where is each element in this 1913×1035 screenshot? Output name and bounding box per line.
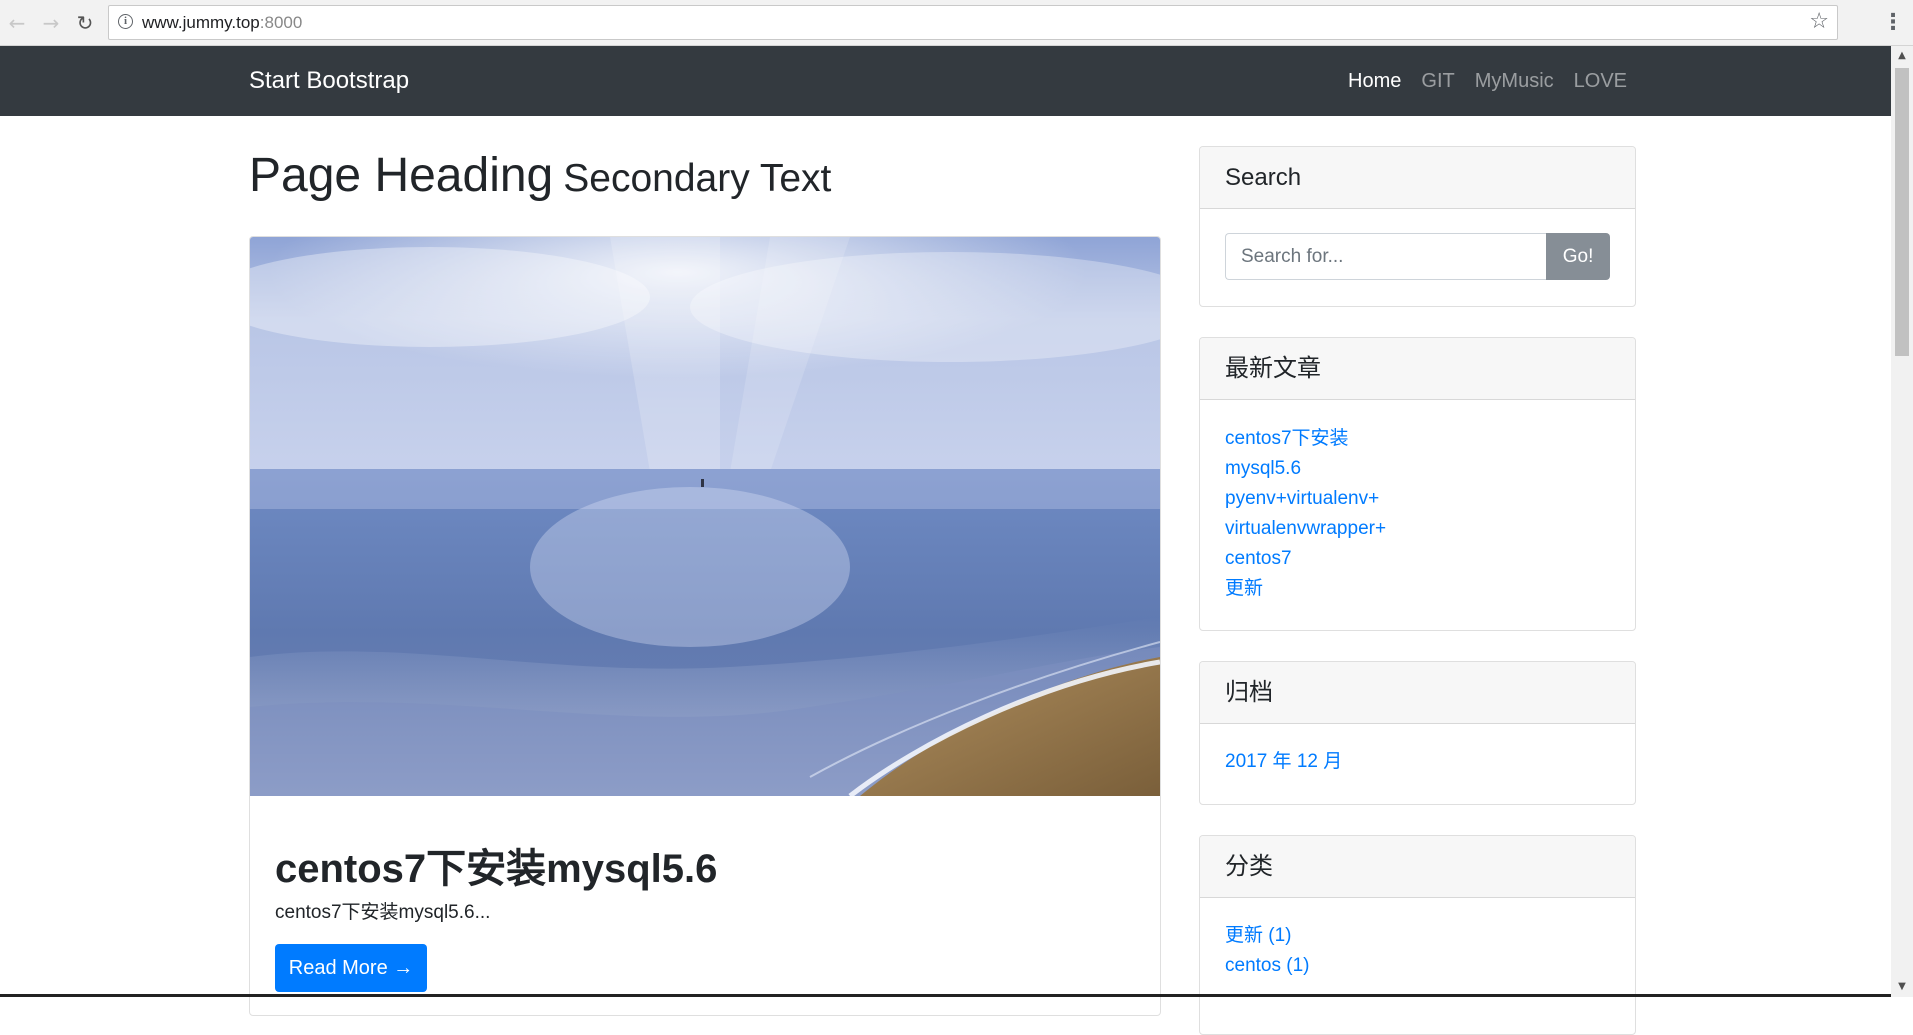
browser-toolbar: ← → ↻ i www.jummy.top:8000 ☆ ⋮ — [0, 0, 1913, 46]
archive-link[interactable]: 2017 年 12 月 — [1225, 747, 1610, 777]
nav-link-love[interactable]: LOVE — [1574, 70, 1627, 93]
categories-widget: 分类 更新 (1) centos (1) — [1199, 835, 1636, 1035]
page-heading-secondary: Secondary Text — [563, 157, 832, 200]
page-heading: Page Heading Secondary Text — [249, 148, 831, 203]
url-text[interactable]: www.jummy.top:8000 — [142, 6, 302, 39]
nav-link-git[interactable]: GIT — [1421, 70, 1454, 93]
scroll-down-arrow-icon[interactable]: ▼ — [1891, 977, 1913, 997]
recent-post-link[interactable]: pyenv+virtualenv+ — [1225, 484, 1610, 514]
address-bar[interactable]: i www.jummy.top:8000 ☆ — [108, 5, 1838, 40]
browser-menu-icon[interactable]: ⋮ — [1882, 10, 1904, 36]
categories-title: 分类 — [1200, 836, 1635, 898]
page-scrollbar[interactable]: ▲ ▼ — [1891, 46, 1913, 997]
read-more-button[interactable]: Read More → — [275, 944, 427, 992]
recent-posts-title: 最新文章 — [1200, 338, 1635, 400]
navbar-brand[interactable]: Start Bootstrap — [249, 46, 409, 116]
recent-post-link[interactable]: mysql5.6 — [1225, 454, 1610, 484]
site-navbar: Start Bootstrap Home GIT MyMusic LOVE — [0, 46, 1891, 116]
search-widget-title: Search — [1200, 147, 1635, 209]
recent-post-link[interactable]: centos7 — [1225, 544, 1610, 574]
scroll-up-arrow-icon[interactable]: ▲ — [1891, 46, 1913, 66]
recent-posts-list: centos7下安装 mysql5.6 pyenv+virtualenv+ vi… — [1200, 400, 1635, 628]
search-group: Go! — [1225, 233, 1610, 280]
info-icon[interactable]: i — [118, 14, 133, 29]
recent-posts-widget: 最新文章 centos7下安装 mysql5.6 pyenv+virtualen… — [1199, 337, 1636, 631]
search-go-button[interactable]: Go! — [1546, 233, 1610, 280]
sea-photo — [250, 237, 1160, 796]
back-icon[interactable]: ← — [4, 10, 30, 36]
nav-links: Home GIT MyMusic LOVE — [1348, 46, 1627, 116]
post-image[interactable] — [250, 237, 1160, 796]
search-widget-body: Go! — [1200, 209, 1635, 304]
archive-widget: 归档 2017 年 12 月 — [1199, 661, 1636, 805]
post-title[interactable]: centos7下安装mysql5.6 — [275, 836, 717, 894]
recent-post-link[interactable]: centos7下安装 — [1225, 424, 1610, 454]
scroll-thumb[interactable] — [1895, 68, 1909, 356]
categories-list: 更新 (1) centos (1) — [1200, 898, 1635, 1005]
archive-title: 归档 — [1200, 662, 1635, 724]
archive-list: 2017 年 12 月 — [1200, 724, 1635, 801]
url-port: :8000 — [259, 13, 303, 32]
recent-post-link[interactable]: virtualenvwrapper+ — [1225, 514, 1610, 544]
page-heading-main: Page Heading — [249, 149, 554, 202]
url-host: www.jummy.top — [142, 13, 260, 32]
recent-post-link[interactable]: 更新 — [1225, 574, 1610, 604]
bookmark-star-icon[interactable]: ☆ — [1809, 9, 1829, 35]
reload-icon[interactable]: ↻ — [72, 10, 98, 36]
post-excerpt: centos7下安装mysql5.6... — [275, 902, 491, 923]
forward-icon[interactable]: → — [38, 10, 64, 36]
nav-link-mymusic[interactable]: MyMusic — [1475, 70, 1554, 93]
nav-link-home[interactable]: Home — [1348, 70, 1401, 93]
category-link[interactable]: 更新 (1) — [1225, 921, 1610, 951]
search-input[interactable] — [1225, 233, 1547, 280]
search-widget: Search Go! — [1199, 146, 1636, 307]
category-link[interactable]: centos (1) — [1225, 951, 1610, 981]
